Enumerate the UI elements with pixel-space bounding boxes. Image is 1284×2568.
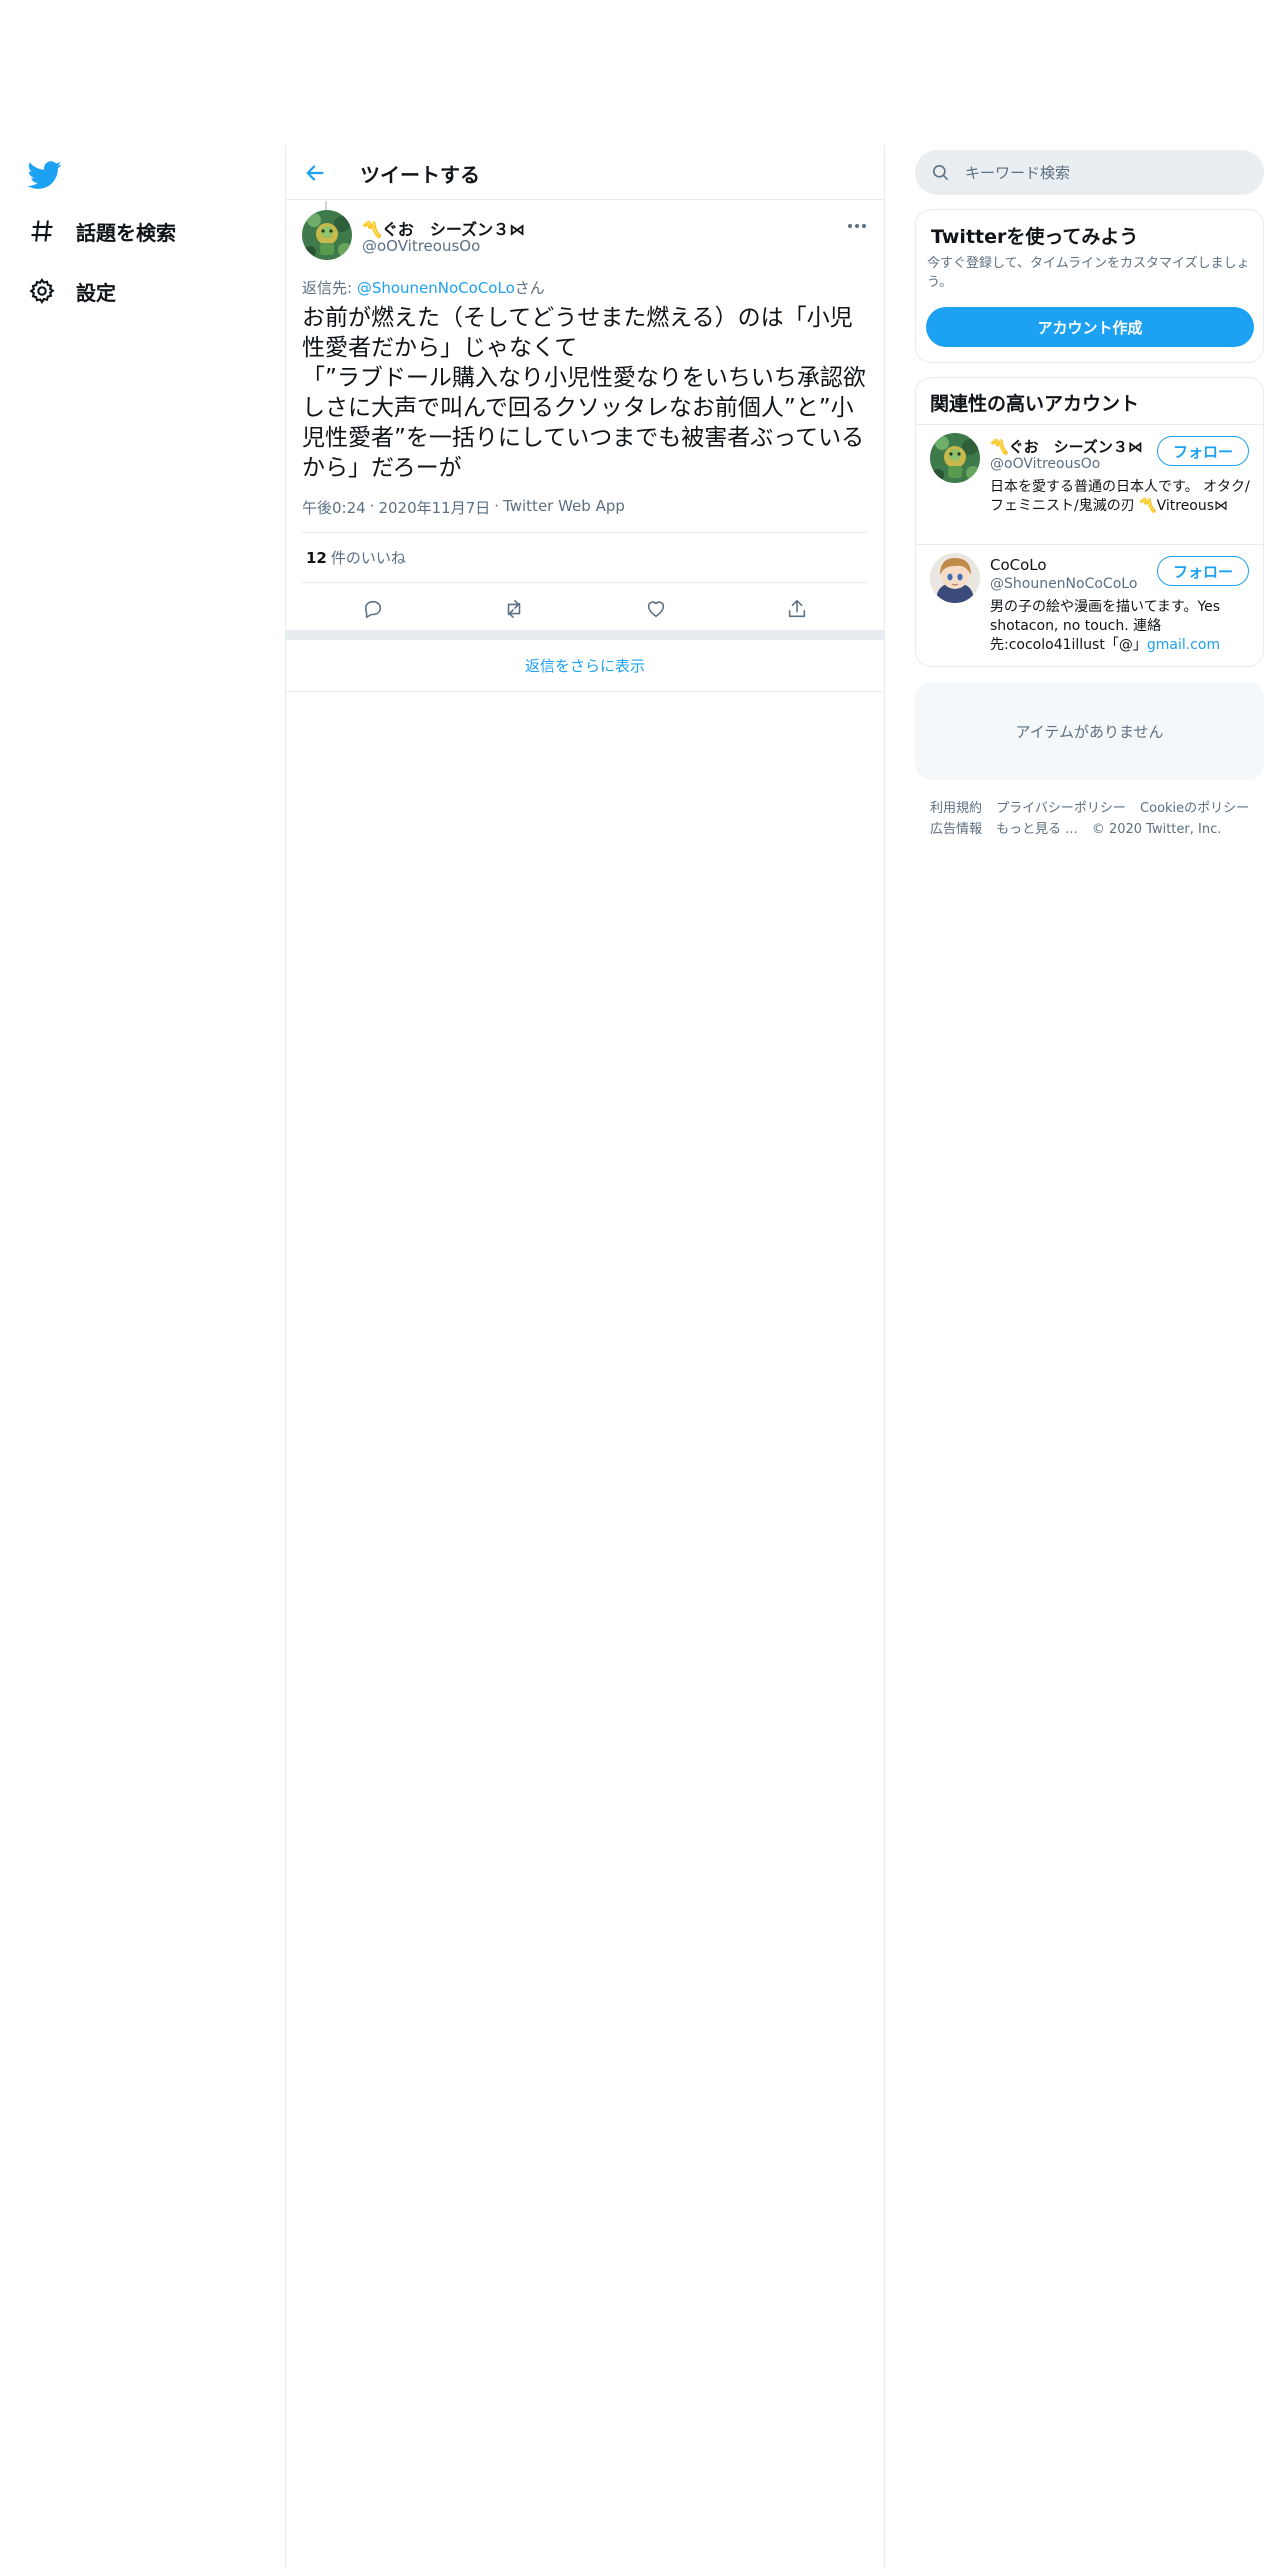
footer-link-ads[interactable]: 広告情報 bbox=[930, 822, 982, 837]
arrow-left-icon bbox=[306, 165, 324, 181]
hashtag-icon bbox=[28, 217, 56, 245]
search-box bbox=[915, 150, 1264, 195]
account-bio: 日本を愛する普通の日本人です。 オタク/フェミニスト/鬼滅の刃 〽️Vitreo… bbox=[990, 479, 1250, 514]
signup-description: 今すぐ登録して、タイムラインをカスタマイズしましょう。 bbox=[927, 256, 1250, 290]
heart-icon bbox=[647, 601, 664, 618]
main-column: ツイートする 〽️ぐお シーズン３⋈ @oOVitreousOo 返信先: @S… bbox=[285, 145, 885, 2568]
account-handle: @ShounenNoCoCoLo bbox=[990, 576, 1138, 592]
related-accounts-card: 関連性の高いアカウント 〽️ぐお シーズン３⋈ @oOVitreousOo フォ… bbox=[915, 377, 1264, 667]
account-name[interactable]: 〽️ぐお シーズン３⋈ bbox=[990, 436, 1143, 457]
signup-card: Twitterを使ってみよう 今すぐ登録して、タイムラインをカスタマイズしましょ… bbox=[915, 209, 1264, 363]
likes-stat[interactable]: 12 件のいいね bbox=[302, 532, 868, 583]
twitter-logo-icon[interactable] bbox=[27, 158, 62, 192]
search-input[interactable] bbox=[965, 150, 1245, 195]
nav-explore[interactable]: 話題を検索 bbox=[28, 211, 176, 251]
author-handle: @oOVitreousOo bbox=[362, 237, 481, 255]
account-avatar[interactable] bbox=[930, 553, 980, 603]
search-icon bbox=[932, 164, 949, 181]
tweet-actions bbox=[302, 584, 868, 634]
tweet-date[interactable]: 2020年11月7日 bbox=[378, 497, 490, 518]
footer-links: 利用規約 プライバシーポリシー Cookieのポリシー 広告情報 もっと見る .… bbox=[930, 798, 1260, 840]
more-options-button[interactable] bbox=[845, 217, 869, 235]
footer-link-terms[interactable]: 利用規約 bbox=[930, 801, 982, 816]
tweet-text: お前が燃えた（そしてどうせまた燃える）のは「小児性愛者だから」じゃなくて 「”ラ… bbox=[302, 305, 866, 481]
back-button[interactable] bbox=[300, 158, 330, 188]
author-avatar[interactable] bbox=[302, 210, 352, 260]
related-account-item[interactable]: CoCoLo @ShounenNoCoCoLo フォロー 男の子の絵や漫画を描い… bbox=[916, 545, 1263, 666]
create-account-button[interactable]: アカウント作成 bbox=[926, 307, 1254, 347]
like-button[interactable] bbox=[638, 591, 674, 627]
reply-to-suffix: さん bbox=[514, 279, 545, 297]
share-button[interactable] bbox=[779, 591, 815, 627]
reply-to-prefix: 返信先: bbox=[302, 279, 357, 297]
show-more-replies-link[interactable]: 返信をさらに表示 bbox=[286, 640, 884, 692]
more-dot-icon bbox=[848, 224, 852, 228]
signup-title: Twitterを使ってみよう bbox=[931, 226, 1139, 248]
reply-icon bbox=[364, 600, 381, 619]
share-icon bbox=[789, 599, 806, 618]
empty-trends-card: アイテムがありません bbox=[915, 682, 1264, 780]
footer-link-cookies[interactable]: Cookieのポリシー bbox=[1140, 801, 1249, 816]
section-divider bbox=[286, 630, 884, 640]
meta-separator: · bbox=[494, 497, 500, 515]
likes-label: 件のいいね bbox=[330, 549, 406, 567]
account-avatar[interactable] bbox=[930, 433, 980, 483]
account-handle: @oOVitreousOo bbox=[990, 456, 1101, 472]
follow-button[interactable]: フォロー bbox=[1157, 436, 1249, 466]
reply-to-line: 返信先: @ShounenNoCoCoLoさん bbox=[302, 277, 545, 298]
likes-count: 12 bbox=[306, 548, 327, 567]
meta-separator: · bbox=[369, 497, 375, 515]
footer-link-privacy[interactable]: プライバシーポリシー bbox=[996, 801, 1126, 816]
copyright: © 2020 Twitter, Inc. bbox=[1091, 822, 1222, 837]
more-dot-icon bbox=[862, 224, 866, 228]
empty-message: アイテムがありません bbox=[1015, 722, 1164, 741]
tweet-time[interactable]: 午後0:24 bbox=[302, 497, 366, 518]
related-accounts-title: 関連性の高いアカウント bbox=[930, 393, 1140, 415]
footer-link-more[interactable]: もっと見る ... bbox=[996, 822, 1078, 837]
reply-mention-link[interactable]: @ShounenNoCoCoLo bbox=[357, 279, 515, 297]
more-dot-icon bbox=[855, 224, 859, 228]
nav-settings[interactable]: 設定 bbox=[28, 271, 116, 311]
nav-explore-label: 話題を検索 bbox=[76, 220, 176, 245]
retweet-button[interactable] bbox=[496, 591, 532, 627]
gear-icon bbox=[28, 277, 56, 305]
related-account-item[interactable]: 〽️ぐお シーズン３⋈ @oOVitreousOo フォロー 日本を愛する普通の… bbox=[916, 425, 1263, 544]
page-title: ツイートする bbox=[360, 163, 480, 187]
left-navigation: 話題を検索 設定 bbox=[0, 145, 286, 2568]
account-bio: 男の子の絵や漫画を描いてます。Yes shotacon, no touch. 連… bbox=[990, 598, 1252, 655]
account-name[interactable]: CoCoLo bbox=[990, 556, 1047, 574]
reply-button[interactable] bbox=[355, 591, 391, 627]
follow-button[interactable]: フォロー bbox=[1157, 556, 1249, 586]
tweet-source[interactable]: Twitter Web App bbox=[503, 497, 625, 518]
nav-settings-label: 設定 bbox=[76, 280, 116, 305]
main-header: ツイートする bbox=[286, 145, 884, 200]
tweet-metadata: 午後0:24 · 2020年11月7日 · Twitter Web App bbox=[302, 497, 625, 518]
account-bio-link[interactable]: gmail.com bbox=[1147, 637, 1220, 653]
retweet-icon bbox=[507, 599, 521, 619]
